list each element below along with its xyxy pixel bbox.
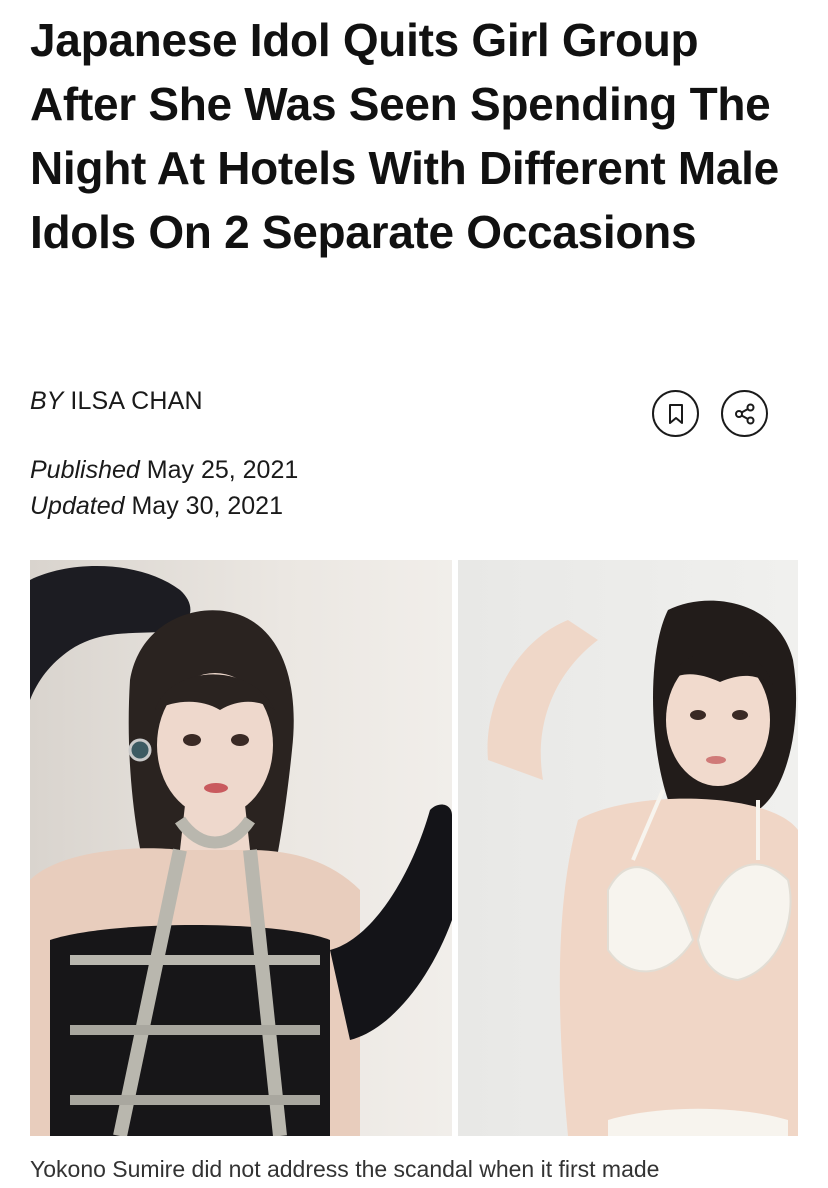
published-value: May 25, 2021 xyxy=(146,456,299,484)
image-caption: Yokono Sumire did not address the scanda… xyxy=(30,1156,660,1182)
bookmark-icon xyxy=(667,403,685,425)
photo-right[interactable] xyxy=(458,560,798,1136)
article-headline: Japanese Idol Quits Girl Group After She… xyxy=(30,14,779,258)
byline: BY ILSA CHAN xyxy=(30,386,203,416)
article: Japanese Idol Quits Girl Group After She… xyxy=(0,0,828,1188)
share-icon xyxy=(734,403,756,425)
idol-photo-white-bikini xyxy=(487,600,798,1136)
photo-left[interactable] xyxy=(30,560,452,1136)
share-button[interactable] xyxy=(721,390,768,437)
idol-photo-black-outfit xyxy=(30,566,452,1136)
byline-prefix: BY xyxy=(30,387,64,415)
updated-value: May 30, 2021 xyxy=(131,492,283,520)
updated-label: Updated xyxy=(30,492,125,520)
published-date: Published May 25, 2021 xyxy=(30,452,298,488)
article-images xyxy=(30,560,798,1136)
author-link[interactable]: ILSA CHAN xyxy=(70,387,202,415)
article-dates: Published May 25, 2021 Updated May 30, 2… xyxy=(30,452,298,524)
bookmark-button[interactable] xyxy=(652,390,699,437)
published-label: Published xyxy=(30,456,140,484)
updated-date: Updated May 30, 2021 xyxy=(30,488,298,524)
article-actions xyxy=(652,390,768,437)
